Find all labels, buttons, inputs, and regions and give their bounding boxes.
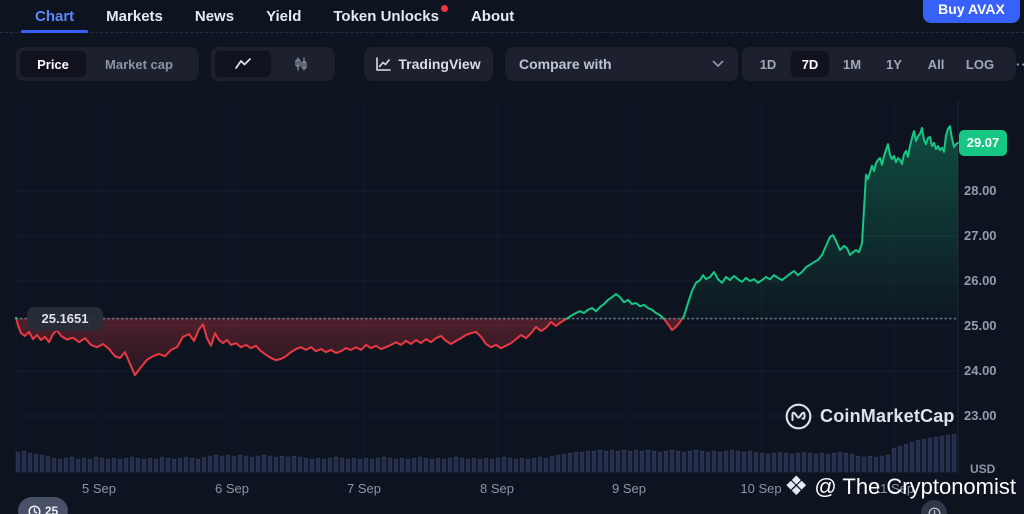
coinmarketcap-watermark: CoinMarketCap bbox=[785, 403, 955, 430]
x-tick-label: 5 Sep bbox=[82, 481, 116, 496]
y-tick-label: 27.00 bbox=[964, 228, 997, 243]
clock-icon bbox=[28, 504, 41, 514]
y-tick-label: 24.00 bbox=[964, 363, 997, 378]
y-tick-label: 25.00 bbox=[964, 318, 997, 333]
red-area-fill bbox=[16, 318, 683, 376]
x-tick-label: 10 Sep bbox=[740, 481, 782, 496]
y-tick-label: 28.00 bbox=[964, 182, 997, 198]
clock-icon bbox=[928, 507, 940, 514]
update-timer-value: 25 bbox=[44, 504, 59, 514]
y-tick-label: 23.00 bbox=[964, 408, 997, 423]
diamond-logo-icon: ❖ bbox=[784, 471, 809, 501]
cryptonomist-watermark-text: @ The Cryptonomist bbox=[814, 473, 1016, 499]
update-timer-badge: 25 bbox=[18, 497, 68, 514]
volume-bars bbox=[15, 433, 957, 473]
avax-chart-page: Chart Markets News Yield Token Unlocks A… bbox=[0, 0, 1024, 514]
price-chart[interactable] bbox=[0, 0, 1024, 514]
y-tick-label: 26.00 bbox=[964, 273, 997, 288]
cryptonomist-watermark: ❖ @ The Cryptonomist bbox=[784, 473, 1016, 500]
coinmarketcap-watermark-text: CoinMarketCap bbox=[820, 406, 955, 426]
x-tick-label: 9 Sep bbox=[612, 481, 646, 496]
x-tick-label: 6 Sep bbox=[215, 481, 249, 496]
x-tick-label: 7 Sep bbox=[347, 481, 381, 496]
current-price-badge: 29.07 bbox=[959, 129, 1007, 156]
x-tick-label: 8 Sep bbox=[480, 481, 514, 496]
coinmarketcap-logo-icon bbox=[785, 403, 812, 430]
green-area-fill bbox=[16, 126, 958, 319]
baseline-price-label: 25.1651 bbox=[27, 306, 103, 331]
